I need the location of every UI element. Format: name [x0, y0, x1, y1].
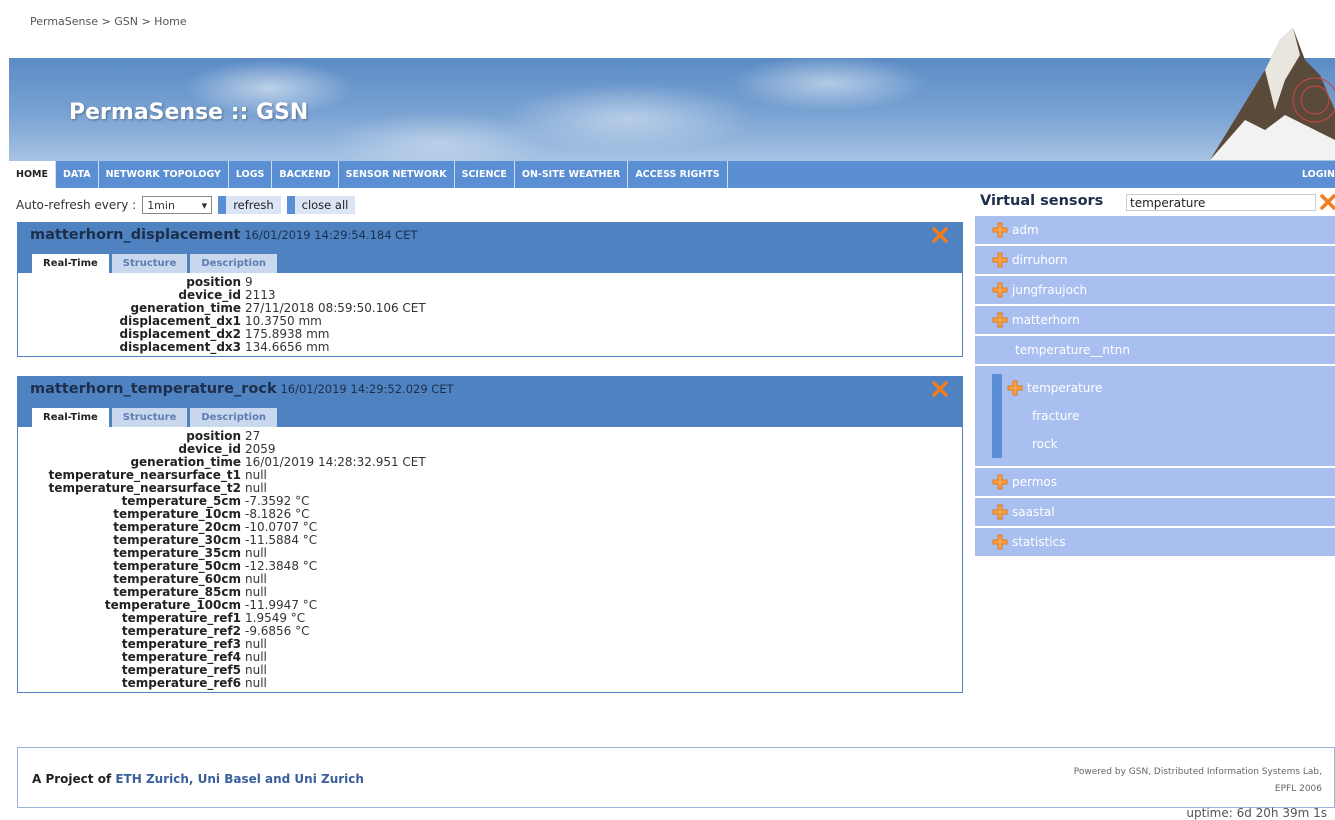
sensor-group-temperature: temperature fracture rock — [975, 366, 1335, 466]
sensor-subgroup-temperature[interactable]: temperature — [992, 374, 1335, 402]
expand-plus-icon — [1007, 380, 1023, 396]
main-nav: HOME DATA NETWORK TOPOLOGY LOGS BACKEND … — [9, 161, 1335, 188]
sensor-name: matterhorn_displacement — [30, 227, 241, 243]
sensor-group-saastal[interactable]: saastal — [975, 498, 1335, 526]
sensor-panel-temperature-rock: matterhorn_temperature_rock 16/01/2019 1… — [17, 376, 963, 693]
expand-plus-icon — [992, 474, 1008, 490]
tab-real-time[interactable]: Real-Time — [32, 254, 109, 273]
close-icon[interactable] — [932, 227, 948, 243]
tab-description[interactable]: Description — [190, 408, 278, 427]
sensor-name: matterhorn_temperature_rock — [30, 381, 277, 397]
footer-powered-by: Powered by GSN, Distributed Information … — [1073, 767, 1322, 794]
sensor-group-label: statistics — [1012, 535, 1066, 549]
uptime-status: uptime: 6d 20h 39m 1s — [1186, 806, 1327, 820]
matterhorn-logo-image — [1115, 0, 1335, 160]
close-icon[interactable] — [932, 381, 948, 397]
sensor-group-label: dirruhorn — [1012, 253, 1068, 267]
sensor-timestamp: 16/01/2019 14:29:52.029 CET — [280, 382, 454, 396]
sensor-group-label: temperature — [1027, 381, 1103, 395]
panel-title: matterhorn_temperature_rock 16/01/2019 1… — [30, 381, 454, 397]
sensor-fracture[interactable]: fracture — [992, 402, 1335, 430]
panel-title: matterhorn_displacement 16/01/2019 14:29… — [30, 227, 418, 243]
footer: A Project of ETH Zurich, Uni Basel and U… — [17, 747, 1335, 808]
field-row: temperature_ref6 null — [18, 677, 962, 690]
field-value: 134.6656 mm — [245, 340, 330, 354]
expand-plus-icon — [992, 222, 1008, 238]
nav-data[interactable]: DATA — [56, 161, 99, 188]
tab-structure[interactable]: Structure — [111, 408, 188, 427]
tab-structure[interactable]: Structure — [111, 254, 188, 273]
nav-network-topology[interactable]: NETWORK TOPOLOGY — [99, 161, 229, 188]
expand-plus-icon — [992, 534, 1008, 550]
sensor-group-label: adm — [1012, 223, 1039, 237]
sensor-group-label: matterhorn — [1012, 313, 1080, 327]
sensor-group-label: saastal — [1012, 505, 1055, 519]
tab-description[interactable]: Description — [190, 254, 278, 273]
breadcrumb: PermaSense > GSN > Home — [30, 15, 187, 28]
nav-home[interactable]: HOME — [9, 161, 56, 188]
footer-project: A Project of ETH Zurich, Uni Basel and U… — [32, 772, 364, 786]
panel-body: position 27 device_id 2059 generation_time 16… — [18, 427, 962, 692]
dropdown-arrow-icon: ▾ — [201, 198, 208, 212]
expand-plus-icon — [992, 252, 1008, 268]
login-link[interactable]: LOGIN — [1302, 169, 1335, 180]
field-name: displacement_dx3 — [119, 340, 242, 354]
sensor-group-dirruhorn[interactable]: dirruhorn — [975, 246, 1335, 274]
expand-plus-icon — [992, 312, 1008, 328]
nav-science[interactable]: SCIENCE — [455, 161, 515, 188]
nav-logs[interactable]: LOGS — [229, 161, 273, 188]
sensor-group-permos[interactable]: permos — [975, 468, 1335, 496]
sensor-group-label: permos — [1012, 475, 1058, 489]
sensor-group-label: jungfraujoch — [1012, 283, 1088, 297]
sensor-group-matterhorn[interactable]: matterhorn — [975, 306, 1335, 334]
footer-prefix: A Project of — [32, 772, 116, 786]
sensor-group-adm[interactable]: adm — [975, 216, 1335, 244]
footer-orgs-link[interactable]: ETH Zurich, Uni Basel and Uni Zurich — [115, 772, 364, 786]
refresh-toolbar: Auto-refresh every : 1min ▾ refresh clos… — [16, 196, 356, 214]
field-value: 16/01/2019 14:28:32.951 CET — [245, 455, 426, 469]
field-row: position 9 — [18, 276, 962, 289]
tab-real-time[interactable]: Real-Time — [32, 408, 109, 427]
nav-backend[interactable]: BACKEND — [272, 161, 339, 188]
nav-access-rights[interactable]: ACCESS RIGHTS — [628, 161, 728, 188]
site-title: PermaSense :: GSN — [69, 100, 309, 125]
close-all-button[interactable]: close all — [286, 196, 356, 214]
refresh-interval-value: 1min — [147, 198, 175, 212]
field-row: position 27 — [18, 430, 962, 443]
sensor-timestamp: 16/01/2019 14:29:54.184 CET — [244, 228, 418, 242]
field-row: displacement_dx3 134.6656 mm — [18, 341, 962, 354]
sensor-search-input[interactable] — [1126, 194, 1316, 211]
nav-on-site-weather[interactable]: ON-SITE WEATHER — [515, 161, 629, 188]
virtual-sensor-list: adm dirruhorn jungfraujoch matterhorn te… — [975, 216, 1335, 558]
panel-tabs: Real-Time Structure Description — [32, 254, 278, 273]
sensor-group-statistics[interactable]: statistics — [975, 528, 1335, 556]
field-name: temperature_ref6 — [121, 676, 241, 690]
clear-search-icon[interactable] — [1320, 194, 1335, 210]
sensor-panel-displacement: matterhorn_displacement 16/01/2019 14:29… — [17, 222, 963, 357]
panel-body: position 9 device_id 2113 generation_time 27/… — [18, 273, 962, 356]
virtual-sensors-title: Virtual sensors — [980, 193, 1104, 209]
refresh-button[interactable]: refresh — [218, 196, 281, 214]
panel-header: matterhorn_temperature_rock 16/01/2019 1… — [18, 377, 962, 427]
expand-plus-icon — [992, 282, 1008, 298]
refresh-interval-select[interactable]: 1min ▾ — [142, 196, 213, 214]
expand-plus-icon — [992, 504, 1008, 520]
panel-header: matterhorn_displacement 16/01/2019 14:29… — [18, 223, 962, 273]
sensor-temperature-ntnn[interactable]: temperature__ntnn — [975, 336, 1335, 364]
nav-sensor-network[interactable]: SENSOR NETWORK — [339, 161, 455, 188]
auto-refresh-label: Auto-refresh every : — [16, 198, 137, 212]
panel-tabs: Real-Time Structure Description — [32, 408, 278, 427]
sensor-rock[interactable]: rock — [992, 430, 1335, 458]
sensor-group-jungfraujoch[interactable]: jungfraujoch — [975, 276, 1335, 304]
field-value: null — [245, 676, 267, 690]
